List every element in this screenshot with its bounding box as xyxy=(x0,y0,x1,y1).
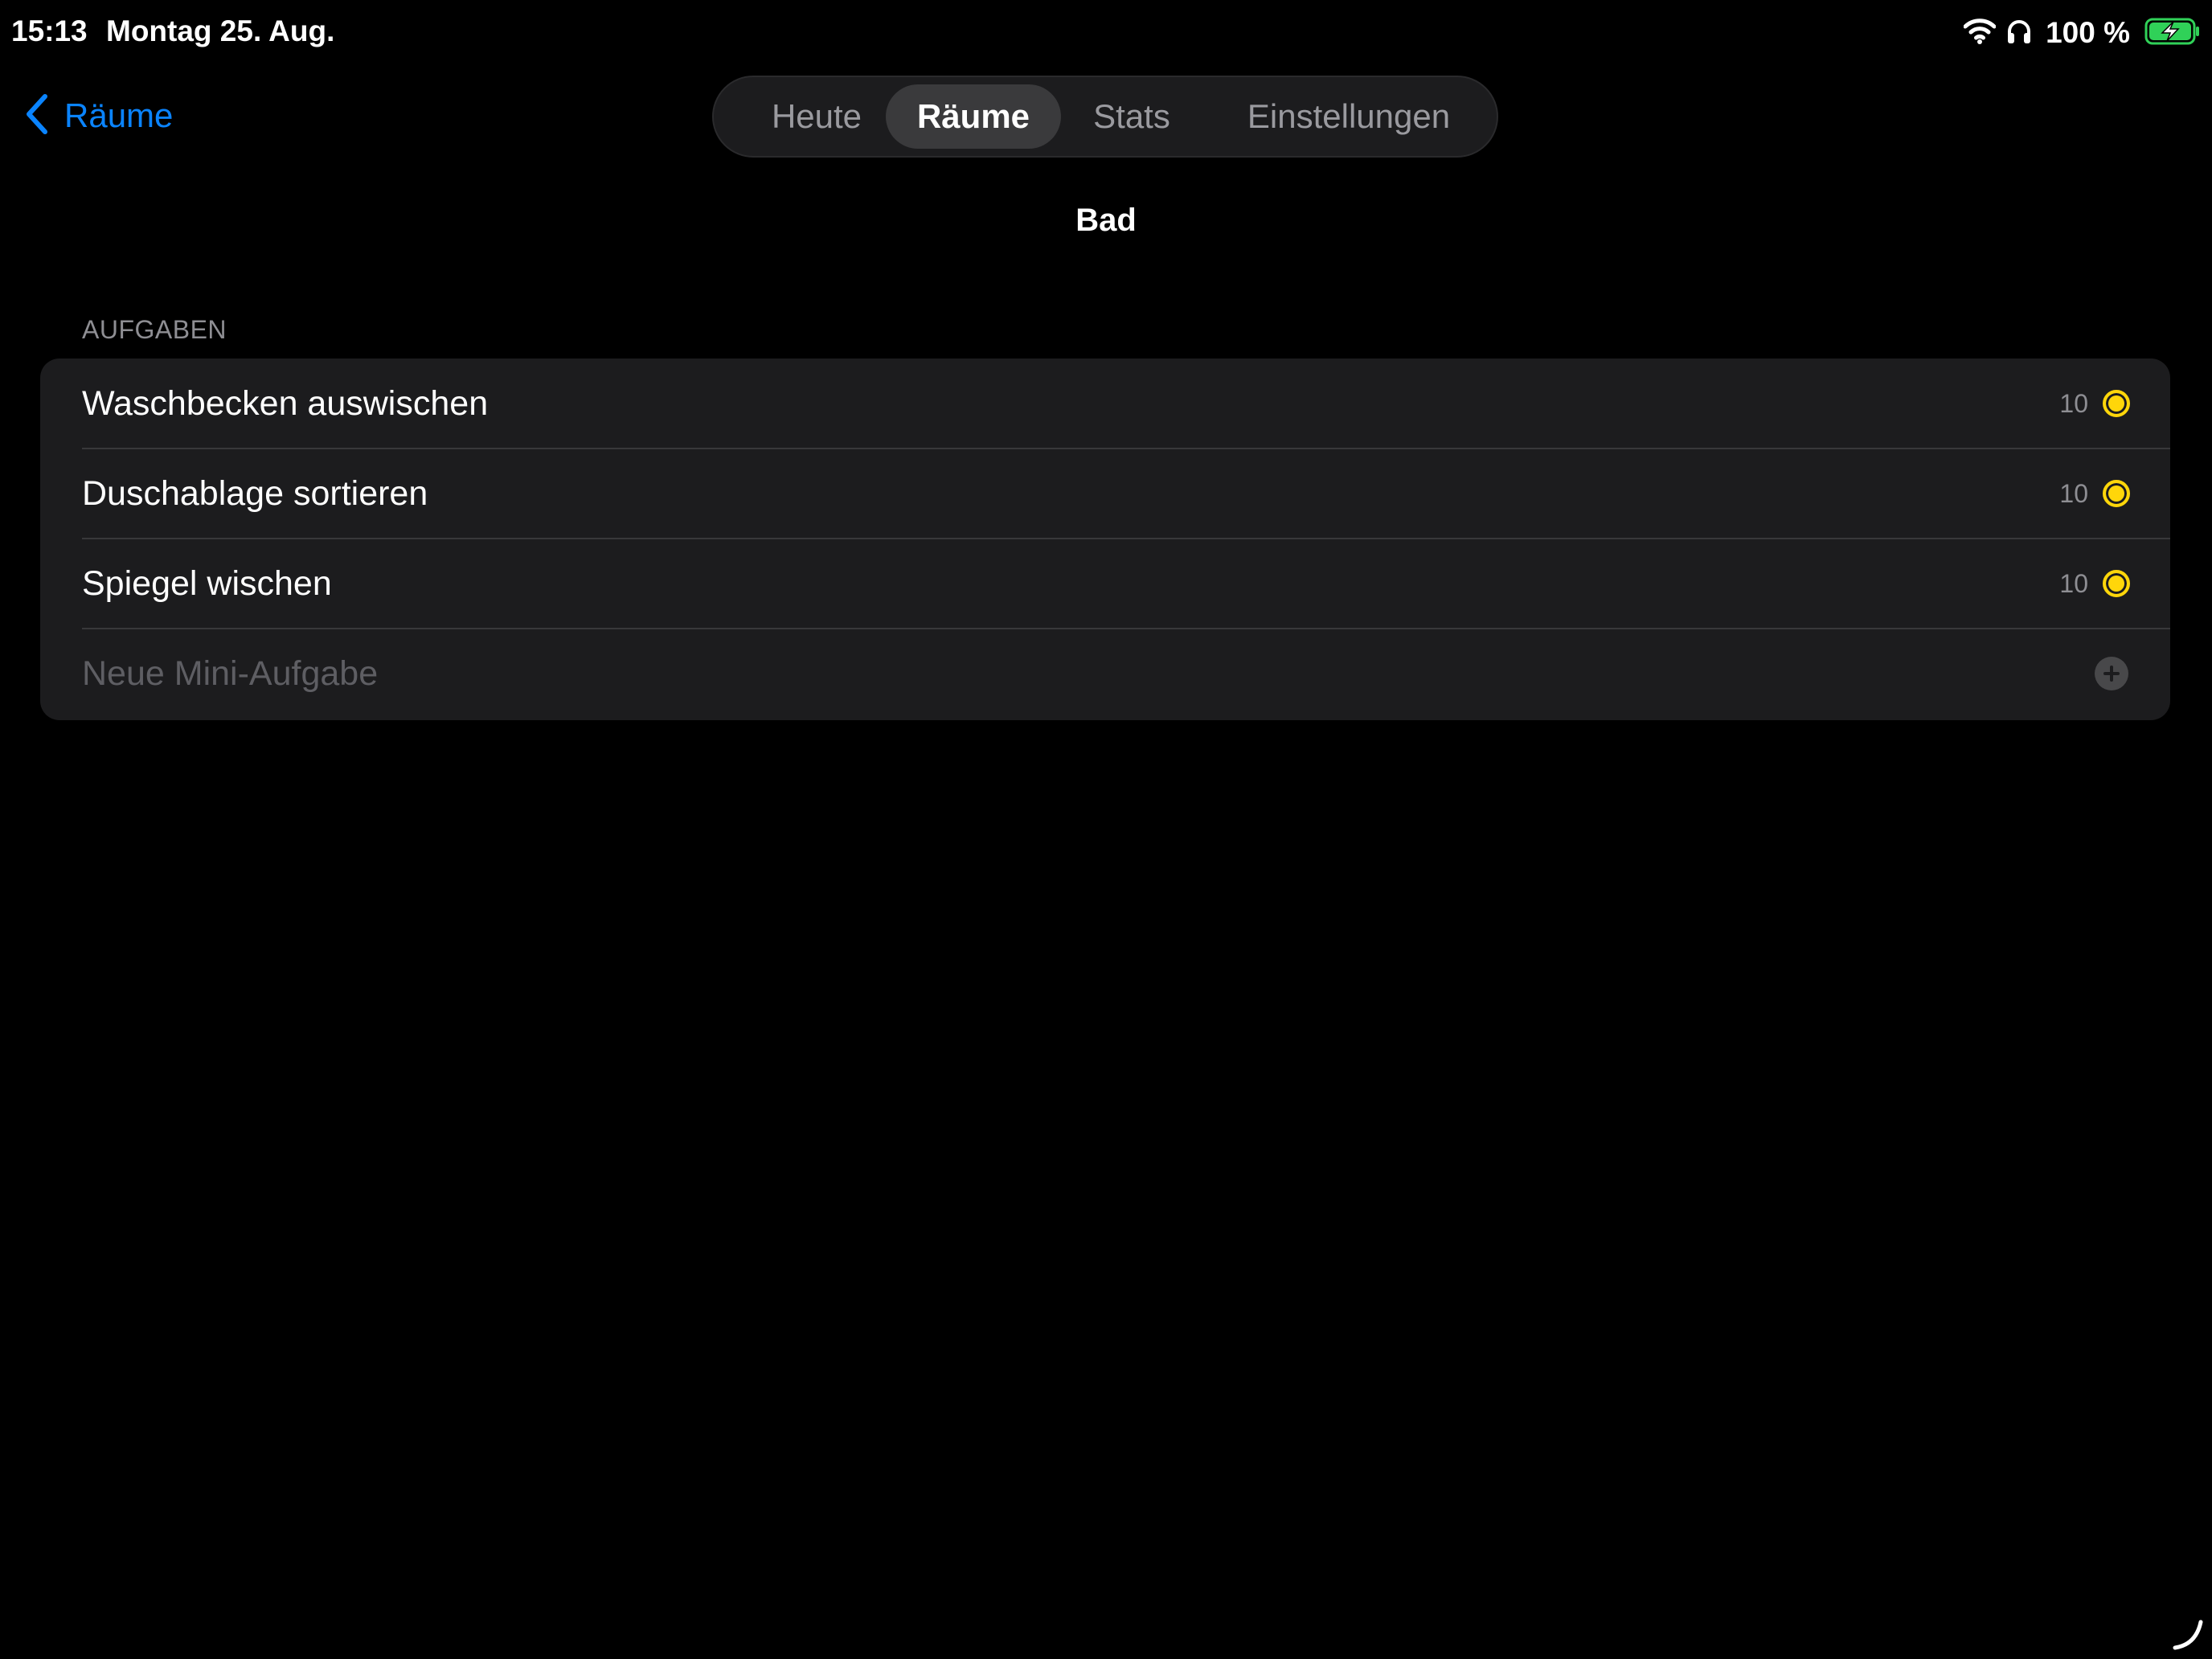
tab-raeume[interactable]: Räume xyxy=(886,84,1061,149)
tab-einstellungen[interactable]: Einstellungen xyxy=(1219,84,1479,149)
wifi-icon xyxy=(1963,18,1997,49)
coin-icon xyxy=(2103,390,2130,417)
task-points: 10 xyxy=(2059,568,2088,598)
task-row[interactable]: Duschablage sortieren 10 xyxy=(40,449,2170,539)
task-label: Duschablage sortieren xyxy=(82,473,428,513)
new-task-input[interactable]: Neue Mini-Aufgabe xyxy=(82,629,378,719)
corner-handle-icon xyxy=(2170,1617,2206,1653)
task-list: Waschbecken auswischen 10 Duschablage so… xyxy=(40,358,2170,720)
back-button[interactable]: Räume xyxy=(24,90,173,141)
task-label: Spiegel wischen xyxy=(82,563,332,603)
status-time: 15:13 xyxy=(11,14,88,47)
coin-icon xyxy=(2103,480,2130,507)
new-task-row[interactable]: Neue Mini-Aufgabe xyxy=(40,629,2170,719)
task-points: 10 xyxy=(2059,478,2088,508)
tab-stats[interactable]: Stats xyxy=(1061,84,1202,149)
page-title: Bad xyxy=(1075,203,1137,238)
tab-heute[interactable]: Heute xyxy=(738,84,895,149)
coin-icon xyxy=(2103,570,2130,597)
plus-circle-icon[interactable] xyxy=(2095,657,2128,690)
task-row[interactable]: Waschbecken auswischen 10 xyxy=(40,358,2170,449)
status-date: Montag 25. Aug. xyxy=(106,14,335,47)
section-header: AUFGABEN xyxy=(82,315,227,344)
headphones-icon xyxy=(2005,18,2033,49)
task-points: 10 xyxy=(2059,388,2088,418)
back-button-label: Räume xyxy=(64,96,174,134)
task-label: Waschbecken auswischen xyxy=(82,383,489,423)
status-bar: 15:13 Montag 25. Aug. 100 % xyxy=(0,0,2212,64)
status-indicators: 100 % xyxy=(1963,13,2201,53)
tab-bar: Heute Räume Stats Einstellungen xyxy=(712,76,1498,158)
battery-percent: 100 % xyxy=(2046,16,2130,49)
task-row[interactable]: Spiegel wischen 10 xyxy=(40,539,2170,629)
chevron-left-icon xyxy=(24,93,50,139)
battery-charging-icon xyxy=(2144,18,2201,49)
